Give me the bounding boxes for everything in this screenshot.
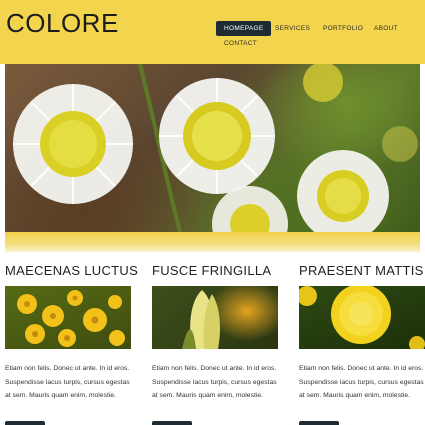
column-text-1: Etiam non felis. Donec ut ante. In id er… — [5, 365, 130, 399]
nav-contact[interactable]: CONTACT — [224, 40, 257, 47]
column-title-3: PRAESENT MATTIS — [299, 263, 424, 278]
column-image-1 — [5, 286, 131, 349]
column-text-3: Etiam non felis. Donec ut ante. In id er… — [299, 365, 424, 399]
column-title-2: FUSCE FRINGILLA — [152, 263, 272, 278]
white-daisies-photo — [13, 64, 418, 232]
yellow-daisies-photo — [17, 290, 125, 347]
read-more-button-2[interactable] — [152, 421, 192, 425]
tulip-bud-photo — [182, 290, 220, 349]
nav-portfolio[interactable]: PORTFOLIO — [323, 25, 363, 32]
site-header: COLORE HOMEPAGE SERVICES PORTFOLIO ABOUT… — [0, 0, 425, 64]
nav-services[interactable]: SERVICES — [275, 25, 310, 32]
column-image-2 — [152, 286, 278, 349]
column-text-2: Etiam non felis. Donec ut ante. In id er… — [152, 365, 277, 399]
nav-about[interactable]: ABOUT — [374, 25, 398, 32]
column-image-3 — [299, 286, 425, 349]
read-more-button-3[interactable] — [299, 421, 339, 425]
marigold-photo — [299, 286, 425, 349]
site-logo[interactable]: COLORE — [6, 8, 119, 39]
nav-homepage[interactable]: HOMEPAGE — [216, 21, 272, 36]
read-more-button-1[interactable] — [5, 421, 45, 425]
column-title-1: MAECENAS LUCTUS — [5, 263, 139, 278]
hero-accent-band — [5, 232, 420, 252]
hero-image — [5, 64, 420, 232]
